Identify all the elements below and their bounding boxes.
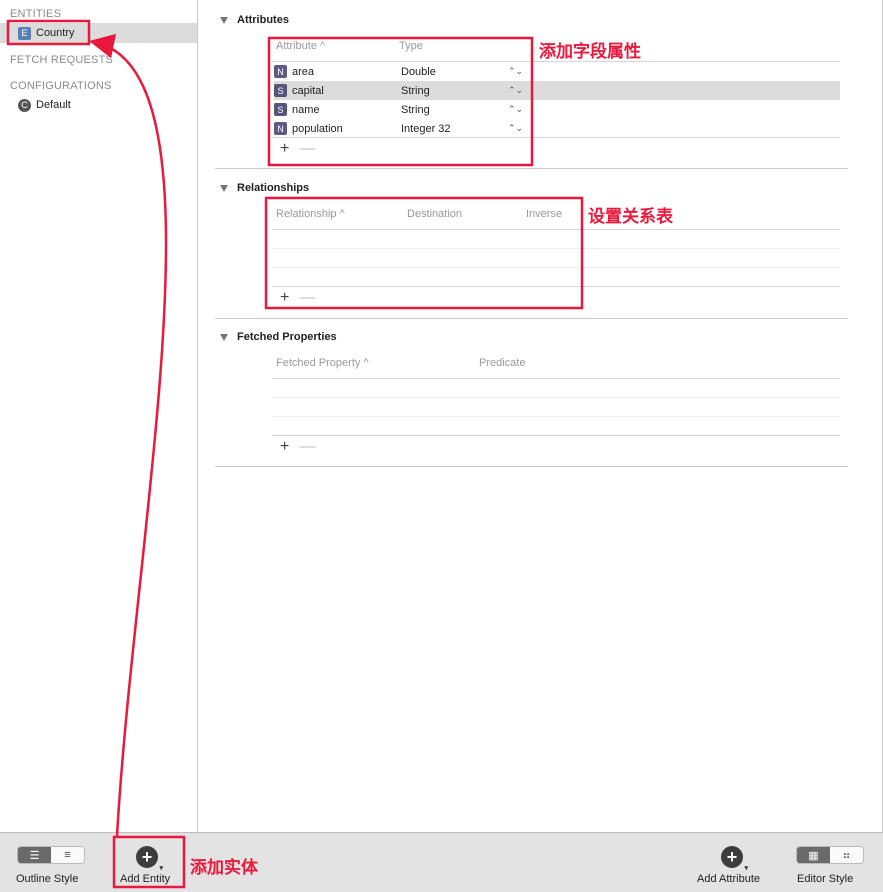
disclosure-triangle-icon	[220, 333, 228, 341]
attribute-row[interactable]: S name String ⌃⌄	[274, 100, 840, 119]
list-icon[interactable]: ☰	[18, 847, 51, 863]
fetch-requests-header: FETCH REQUESTS	[10, 54, 114, 66]
attribute-name[interactable]: name	[292, 104, 401, 116]
section-title: Relationships	[237, 182, 310, 194]
column-header-fetched-property[interactable]: Fetched Property ^	[276, 357, 369, 369]
column-header-predicate[interactable]: Predicate	[479, 357, 525, 369]
annotation-attributes: 添加字段属性	[539, 42, 641, 61]
entity-icon: E	[18, 26, 31, 40]
sort-ascending-icon: ^	[339, 208, 345, 220]
stepper-chevron-icon[interactable]: ⌃⌄	[508, 123, 523, 134]
add-attribute-plus-button[interactable]: +	[280, 140, 289, 157]
attribute-type-badge-icon: N	[274, 65, 287, 78]
column-header-relationship[interactable]: Relationship ^	[276, 208, 345, 220]
attributes-section-toggle[interactable]: Attributes	[220, 14, 289, 26]
sidebar-item-country[interactable]: E Country	[0, 23, 197, 43]
disclosure-triangle-icon	[220, 16, 228, 24]
attribute-row[interactable]: S capital String ⌃⌄	[274, 81, 840, 100]
attribute-type-badge-icon: N	[274, 122, 287, 135]
table-icon[interactable]: ▦	[797, 847, 830, 863]
bottom-toolbar: ☰≡ Outline Style + Add Entity + Add Attr…	[0, 832, 883, 892]
attribute-type-badge-icon: S	[274, 84, 287, 97]
remove-fetched-property-button[interactable]: —	[299, 438, 315, 455]
column-header-type[interactable]: Type	[399, 40, 423, 52]
attribute-name[interactable]: population	[292, 123, 401, 135]
editor-style-label: Editor Style	[797, 873, 854, 885]
attribute-type-badge-icon: S	[274, 103, 287, 116]
section-title: Fetched Properties	[237, 331, 337, 343]
section-title: Attributes	[237, 14, 289, 26]
attribute-name[interactable]: area	[292, 66, 401, 78]
add-fetched-property-button[interactable]: +	[280, 438, 289, 455]
sidebar-item-label: Default	[36, 99, 71, 111]
configuration-icon: C	[18, 98, 31, 112]
stepper-chevron-icon[interactable]: ⌃⌄	[508, 104, 523, 115]
sidebar-item-default[interactable]: C Default	[0, 95, 197, 115]
attribute-type-select[interactable]: String	[401, 85, 508, 97]
attribute-row[interactable]: N area Double ⌃⌄	[274, 62, 840, 81]
attribute-type-select[interactable]: String	[401, 104, 508, 116]
column-header-inverse[interactable]: Inverse	[526, 208, 562, 220]
annotation-relationships: 设置关系表	[588, 207, 673, 226]
hierarchy-list-icon[interactable]: ≡	[51, 847, 84, 863]
stepper-chevron-icon[interactable]: ⌃⌄	[508, 85, 523, 96]
entities-header: ENTITIES	[10, 8, 62, 20]
sort-ascending-icon: ^	[320, 40, 326, 52]
add-relationship-button[interactable]: +	[280, 289, 289, 306]
attribute-row[interactable]: N population Integer 32 ⌃⌄	[274, 119, 840, 138]
entity-editor: Attributes Attribute ^ Type N area Doubl…	[198, 0, 883, 832]
remove-relationship-button[interactable]: —	[299, 289, 315, 306]
editor-style-segmented-control[interactable]: ▦ ⠶	[796, 846, 864, 864]
add-entity-button[interactable]: +	[136, 846, 163, 872]
outline-style-segmented-control[interactable]: ☰ ≡	[17, 846, 85, 864]
column-header-destination[interactable]: Destination	[407, 208, 462, 220]
remove-attribute-button[interactable]: —	[299, 140, 315, 157]
graph-icon[interactable]: ⠶	[830, 847, 863, 863]
disclosure-triangle-icon	[220, 184, 228, 192]
add-entity-label: Add Entity	[120, 873, 171, 885]
add-attribute-button[interactable]: +	[721, 846, 748, 872]
add-attribute-label: Add Attribute	[697, 873, 760, 885]
configurations-header: CONFIGURATIONS	[10, 80, 112, 92]
attribute-type-select[interactable]: Double	[401, 66, 508, 78]
annotation-add-entity: 添加实体	[190, 858, 258, 877]
attribute-type-select[interactable]: Integer 32	[401, 123, 508, 135]
stepper-chevron-icon[interactable]: ⌃⌄	[508, 66, 523, 77]
sidebar-item-label: Country	[36, 27, 75, 39]
sort-ascending-icon: ^	[363, 357, 369, 369]
sidebar: ENTITIES E Country FETCH REQUESTS CONFIG…	[0, 0, 198, 832]
column-header-attribute[interactable]: Attribute ^	[276, 40, 325, 52]
outline-style-label: Outline Style	[16, 873, 79, 885]
attribute-name[interactable]: capital	[292, 85, 401, 97]
relationships-section-toggle[interactable]: Relationships	[220, 182, 309, 194]
fetched-properties-section-toggle[interactable]: Fetched Properties	[220, 331, 337, 343]
